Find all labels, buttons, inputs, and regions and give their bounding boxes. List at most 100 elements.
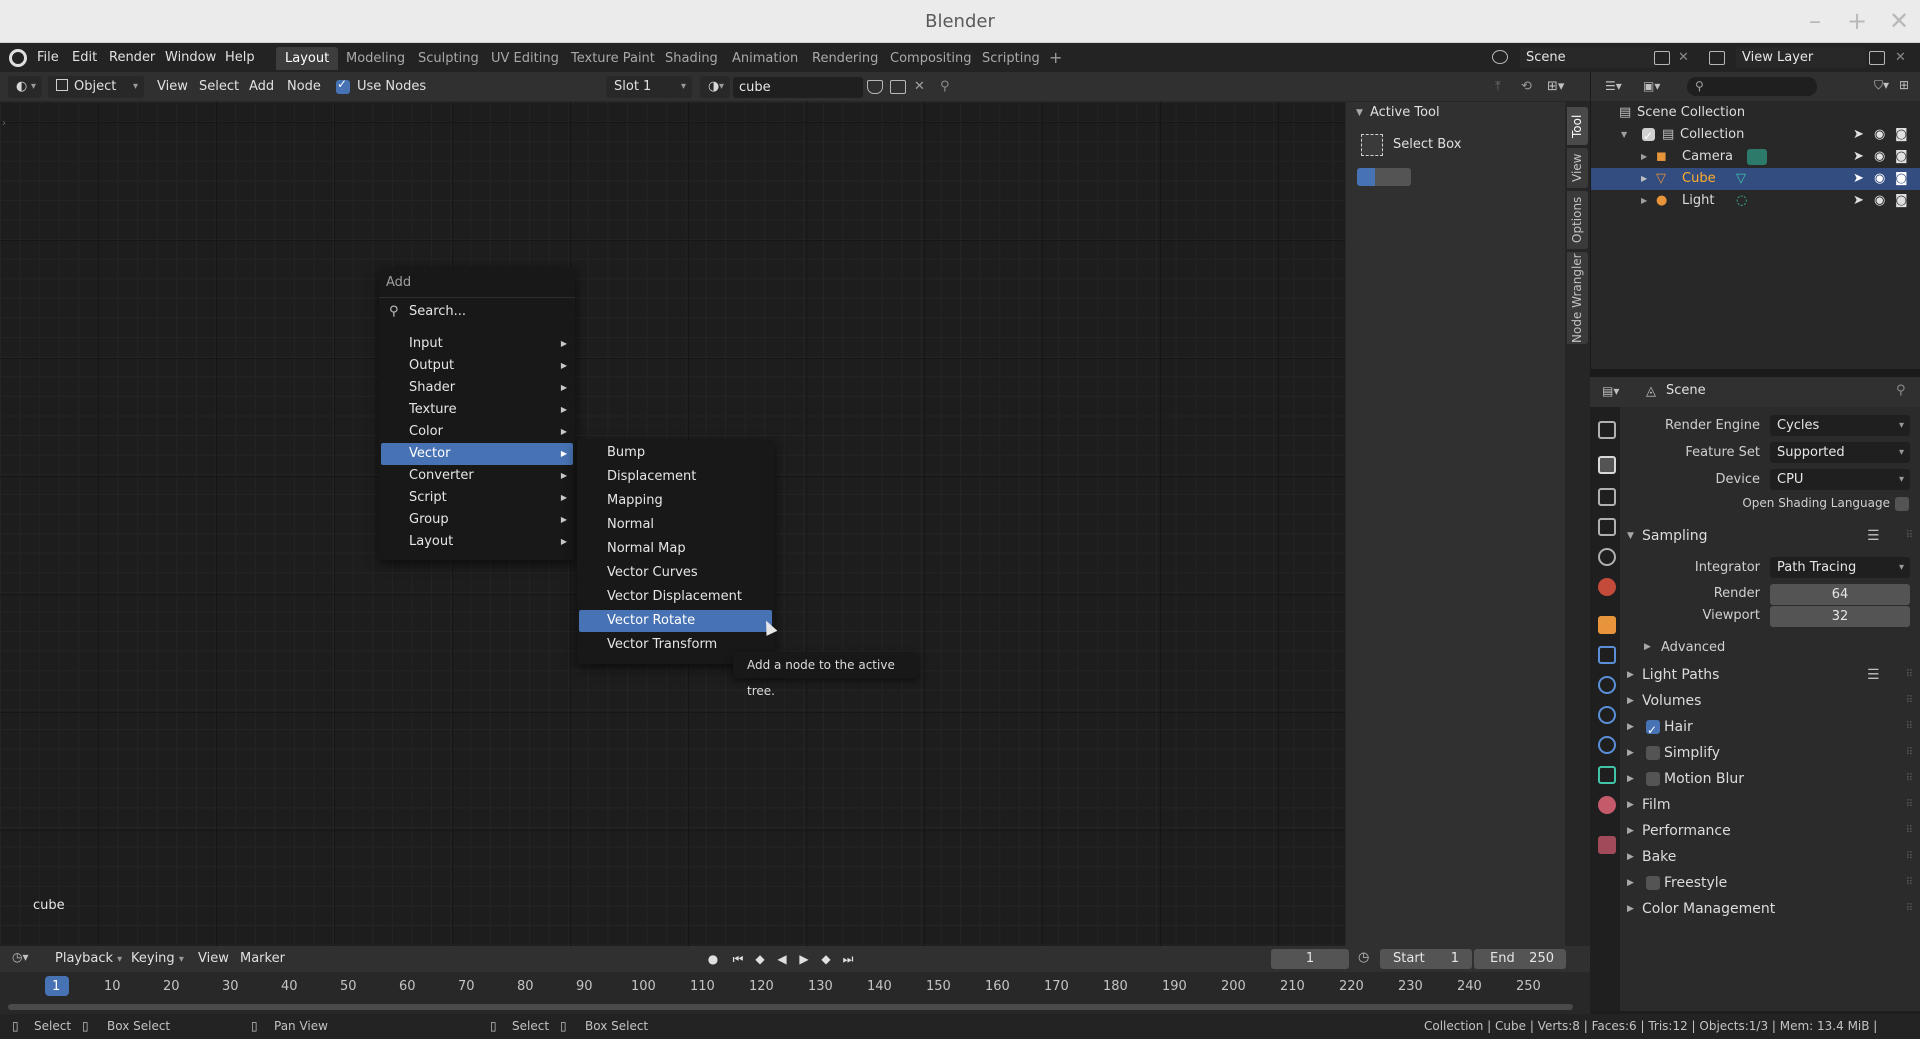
- new-view-layer-icon[interactable]: [1869, 51, 1885, 65]
- drag-handle-icon[interactable]: ⠿: [1906, 662, 1913, 688]
- hair-checkbox[interactable]: [1646, 717, 1660, 743]
- section-bake[interactable]: ▶ Bake ⠿: [1620, 844, 1920, 870]
- start-frame-field[interactable]: Start 1: [1380, 949, 1472, 969]
- texture-tab-icon[interactable]: [1598, 836, 1616, 854]
- expand-triangle-icon[interactable]: ▶: [1641, 168, 1647, 190]
- new-scene-icon[interactable]: [1654, 51, 1670, 65]
- menu-window[interactable]: Window: [165, 43, 216, 72]
- tab-node-wrangler[interactable]: Node Wrangler: [1567, 252, 1588, 344]
- tab-animation[interactable]: Animation: [723, 47, 807, 70]
- section-motion-blur[interactable]: ▶ Motion Blur ⠿: [1620, 766, 1920, 792]
- menu-item-output[interactable]: Output ▶: [381, 355, 573, 377]
- section-sampling[interactable]: ▼ Sampling ☰ ⠿: [1620, 523, 1920, 549]
- tab-compositing[interactable]: Compositing: [881, 47, 981, 70]
- maximize-icon[interactable]: +: [1842, 6, 1872, 36]
- collapse-triangle-icon[interactable]: ▼: [1356, 108, 1363, 118]
- particles-tab-icon[interactable]: [1598, 676, 1616, 694]
- unlink-material-icon[interactable]: ✕: [914, 72, 925, 102]
- eye-icon[interactable]: ◉: [1874, 168, 1885, 190]
- timeline-scrollbar[interactable]: [8, 1004, 1573, 1010]
- tab-options[interactable]: Options: [1567, 191, 1588, 249]
- filter-icon[interactable]: ⛉▾: [1874, 78, 1889, 93]
- expand-triangle-icon[interactable]: ▼: [1621, 124, 1627, 146]
- render-camera-icon[interactable]: ◙: [1895, 190, 1908, 212]
- submenu-item-bump[interactable]: Bump: [579, 442, 772, 464]
- tab-view[interactable]: View: [1567, 148, 1588, 188]
- render-samples-field[interactable]: 64: [1770, 584, 1910, 605]
- use-nodes-checkbox[interactable]: [336, 77, 350, 94]
- mesh-data-icon[interactable]: ▽: [1736, 168, 1746, 190]
- menu-edit[interactable]: Edit: [72, 43, 97, 72]
- tab-shading[interactable]: Shading: [656, 47, 727, 70]
- eye-icon[interactable]: ◉: [1874, 146, 1885, 168]
- pin-icon[interactable]: ⚲: [940, 72, 950, 102]
- drag-handle-icon[interactable]: ⠿: [1906, 688, 1913, 714]
- object-tab-icon[interactable]: [1598, 616, 1616, 634]
- editor-type-dropdown[interactable]: ◐ ▾: [8, 76, 42, 98]
- outliner-row-cube[interactable]: ▶ ▽ Cube ▽ ➤ ◉ ◙: [1591, 168, 1920, 190]
- camera-data-icon[interactable]: [1747, 149, 1767, 165]
- menu-file[interactable]: File: [37, 43, 59, 72]
- close-icon[interactable]: ✕: [1884, 6, 1914, 36]
- tab-sculpting[interactable]: Sculpting: [409, 47, 488, 70]
- outliner-row-collection[interactable]: ▼ ▤ Collection ➤ ◉ ◙: [1591, 124, 1920, 147]
- render-camera-icon[interactable]: ◙: [1895, 124, 1908, 146]
- submenu-item-normal-map[interactable]: Normal Map: [579, 538, 772, 560]
- material-tab-icon[interactable]: [1598, 796, 1616, 814]
- constraints-tab-icon[interactable]: [1598, 736, 1616, 754]
- expand-triangle-icon[interactable]: ▶: [1644, 642, 1651, 652]
- scene-tab-icon[interactable]: [1598, 548, 1616, 566]
- material-browse-dropdown[interactable]: ◑ ▾: [700, 76, 730, 98]
- submenu-item-vector-curves[interactable]: Vector Curves: [579, 562, 772, 584]
- drag-handle-icon[interactable]: ⠿: [1906, 740, 1913, 766]
- scene-field[interactable]: Scene: [1520, 47, 1655, 68]
- submenu-item-vector-displacement[interactable]: Vector Displacement: [579, 586, 772, 608]
- menu-item-input[interactable]: Input ▶: [381, 333, 573, 355]
- presets-icon[interactable]: ☰: [1867, 662, 1880, 688]
- world-tab-icon[interactable]: [1598, 578, 1616, 596]
- new-collection-icon[interactable]: ⊞: [1899, 78, 1909, 92]
- view-layer-icon[interactable]: [1709, 51, 1725, 65]
- mode-new-icon[interactable]: [1357, 168, 1375, 186]
- tab-uv-editing[interactable]: UV Editing: [482, 47, 568, 70]
- section-simplify[interactable]: ▶ Simplify ⠿: [1620, 740, 1920, 766]
- outliner-row-camera[interactable]: ▶ ◼ Camera ➤ ◉ ◙: [1591, 146, 1920, 168]
- snap-icon[interactable]: ⟲: [1521, 72, 1532, 102]
- submenu-item-vector-rotate[interactable]: Vector Rotate: [579, 610, 772, 632]
- scene-icon[interactable]: [1492, 50, 1508, 64]
- physics-tab-icon[interactable]: [1598, 706, 1616, 724]
- filter-view-icon[interactable]: ▣▾: [1643, 79, 1660, 93]
- drag-handle-icon[interactable]: ⠿: [1906, 870, 1913, 896]
- mode-extend-icon[interactable]: [1375, 168, 1393, 186]
- drag-handle-icon[interactable]: ⠿: [1906, 818, 1913, 844]
- duplicate-material-icon[interactable]: [890, 80, 906, 94]
- prev-keyframe-icon[interactable]: ◆: [751, 950, 769, 968]
- selectable-arrow-icon[interactable]: ➤: [1853, 190, 1864, 212]
- jump-end-icon[interactable]: ⏭: [839, 950, 857, 968]
- section-film[interactable]: ▶ Film ⠿: [1620, 792, 1920, 818]
- simplify-checkbox[interactable]: [1646, 746, 1660, 760]
- menu-render[interactable]: Render: [109, 43, 155, 72]
- display-mode-icon[interactable]: ☰▾: [1605, 79, 1622, 93]
- tab-scripting[interactable]: Scripting: [973, 47, 1049, 70]
- drag-handle-icon[interactable]: ⠿: [1906, 766, 1913, 792]
- outliner-search-input[interactable]: ⚲: [1687, 77, 1817, 96]
- end-frame-field[interactable]: End 250: [1474, 949, 1566, 969]
- tab-layout[interactable]: Layout: [276, 47, 339, 70]
- menu-item-script[interactable]: Script ▶: [381, 487, 573, 509]
- material-name-field[interactable]: cube: [733, 77, 863, 98]
- tab-texture-paint[interactable]: Texture Paint: [562, 47, 664, 70]
- drag-handle-icon[interactable]: ⠿: [1906, 523, 1913, 549]
- area-divider[interactable]: [1590, 369, 1920, 377]
- menu-item-group[interactable]: Group ▶: [381, 509, 573, 531]
- selectable-arrow-icon[interactable]: ➤: [1853, 124, 1864, 146]
- osl-checkbox[interactable]: [1895, 497, 1909, 511]
- menu-item-converter[interactable]: Converter ▶: [381, 465, 573, 487]
- view-layer-field[interactable]: View Layer: [1736, 47, 1866, 68]
- timeline-menu-marker[interactable]: Marker: [240, 951, 285, 966]
- expand-triangle-icon[interactable]: ▶: [1641, 146, 1647, 168]
- pin-icon[interactable]: ⚲: [1896, 383, 1906, 398]
- tab-rendering[interactable]: Rendering: [803, 47, 887, 70]
- mesh-data-tab-icon[interactable]: [1598, 766, 1616, 784]
- render-tab-icon[interactable]: [1598, 456, 1616, 474]
